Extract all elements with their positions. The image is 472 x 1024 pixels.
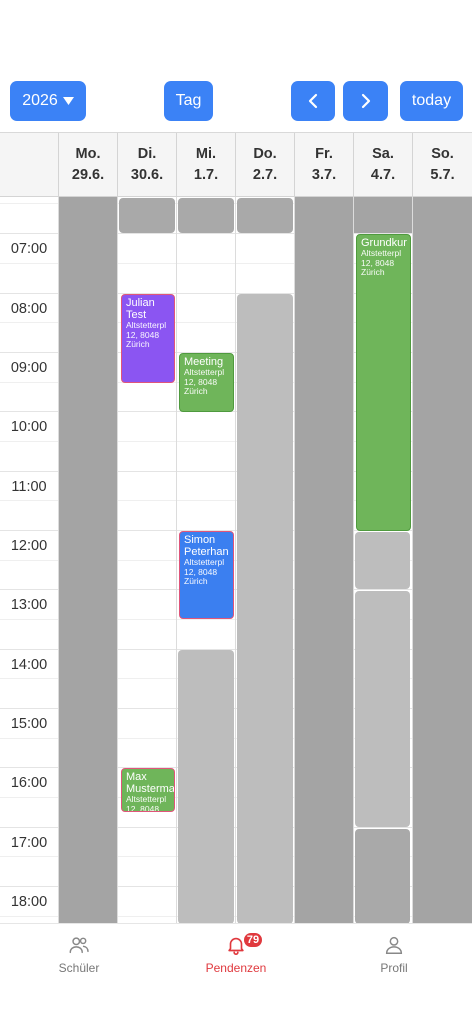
- chevron-right-icon: [361, 93, 370, 109]
- time-label: 09:00: [0, 359, 58, 377]
- event-address: Altstetterpl 12, 8048 Zürich: [184, 557, 225, 586]
- tab-pendenzen[interactable]: 79 Pendenzen: [181, 931, 291, 975]
- time-label: 07:00: [0, 240, 58, 258]
- event-meeting[interactable]: Meeting Altstetterpl 12, 8048 Zürich: [179, 353, 234, 412]
- day-header-di[interactable]: Di. 30.6.: [117, 133, 176, 196]
- event-simon-peterhans[interactable]: Simon Peterhan Altstetterpl 12, 8048 Zür…: [179, 531, 234, 619]
- unavailable-block: [178, 650, 234, 923]
- unavailable-block: [59, 197, 117, 923]
- week-calendar: Mo. 29.6. Di. 30.6. Mi. 1.7. Do. 2.7. Fr. 3.7…: [0, 132, 472, 923]
- event-julian-test[interactable]: Julian Test Altstetterpl 12, 8048 Zürich: [121, 294, 175, 383]
- previous-button[interactable]: [291, 81, 335, 121]
- unavailable-block: [295, 197, 353, 923]
- event-address: Altstetterpl 12, 8048: [126, 794, 167, 812]
- unavailable-block: [355, 591, 410, 827]
- tab-label: Profil: [380, 961, 408, 975]
- next-button[interactable]: [343, 81, 388, 121]
- unavailable-block: [237, 198, 293, 233]
- time-label: 14:00: [0, 656, 58, 674]
- year-dropdown-button[interactable]: 2026: [10, 81, 86, 121]
- event-address: Altstetterpl 12, 8048 Zürich: [126, 320, 167, 349]
- time-label: 15:00: [0, 715, 58, 733]
- event-title: Julian Test: [126, 297, 155, 321]
- time-label: 10:00: [0, 418, 58, 436]
- time-label: 08:00: [0, 300, 58, 318]
- event-address: Altstetterpl 12, 8048 Zürich: [361, 248, 402, 277]
- notification-badge: 79: [242, 931, 264, 949]
- calendar-grid[interactable]: 07:00 08:00 09:00 10:00 11:00 12:00 13:0…: [0, 197, 472, 923]
- unavailable-block: [178, 198, 234, 233]
- tab-label: Pendenzen: [205, 961, 267, 975]
- bottom-tab-bar: Schüler 79 Pendenzen Profil: [0, 923, 472, 1024]
- year-label: 2026: [22, 92, 58, 109]
- tab-schueler[interactable]: Schüler: [24, 934, 134, 975]
- caret-down-icon: [62, 97, 74, 105]
- calendar-toolbar: 2026 Tag today: [0, 0, 472, 132]
- time-label: 13:00: [0, 596, 58, 614]
- day-header-mo[interactable]: Mo. 29.6.: [58, 133, 117, 196]
- day-header-do[interactable]: Do. 2.7.: [235, 133, 294, 196]
- unavailable-block: [237, 294, 293, 923]
- chevron-left-icon: [308, 93, 318, 109]
- user-icon: [385, 936, 403, 954]
- day-header-row: Mo. 29.6. Di. 30.6. Mi. 1.7. Do. 2.7. Fr. 3.7…: [0, 133, 472, 197]
- day-view-button[interactable]: Tag: [164, 81, 213, 121]
- unavailable-block: [119, 198, 175, 233]
- event-title: Max Musterma: [126, 771, 175, 795]
- event-grundkurs[interactable]: Grundkur Altstetterpl 12, 8048 Zürich: [356, 234, 411, 531]
- unavailable-block: [355, 829, 410, 923]
- day-header-so[interactable]: So. 5.7.: [412, 133, 472, 196]
- tab-profil[interactable]: Profil: [339, 934, 449, 975]
- today-button[interactable]: today: [400, 81, 463, 121]
- users-icon: [69, 937, 89, 954]
- time-label: 16:00: [0, 774, 58, 792]
- day-header-mi[interactable]: Mi. 1.7.: [176, 133, 235, 196]
- unavailable-block: [354, 197, 412, 233]
- day-header-sa[interactable]: Sa. 4.7.: [353, 133, 412, 196]
- day-header-fr[interactable]: Fr. 3.7.: [294, 133, 353, 196]
- time-label: 18:00: [0, 893, 58, 911]
- event-title: Simon Peterhan: [184, 534, 229, 558]
- time-label: 11:00: [0, 478, 58, 496]
- time-label: 12:00: [0, 537, 58, 555]
- unavailable-block: [355, 532, 410, 589]
- event-address: Altstetterpl 12, 8048 Zürich: [184, 367, 225, 396]
- tab-label: Schüler: [58, 961, 100, 975]
- unavailable-block: [413, 197, 472, 923]
- event-max-mustermann[interactable]: Max Musterma Altstetterpl 12, 8048: [121, 768, 175, 812]
- time-label: 17:00: [0, 834, 58, 852]
